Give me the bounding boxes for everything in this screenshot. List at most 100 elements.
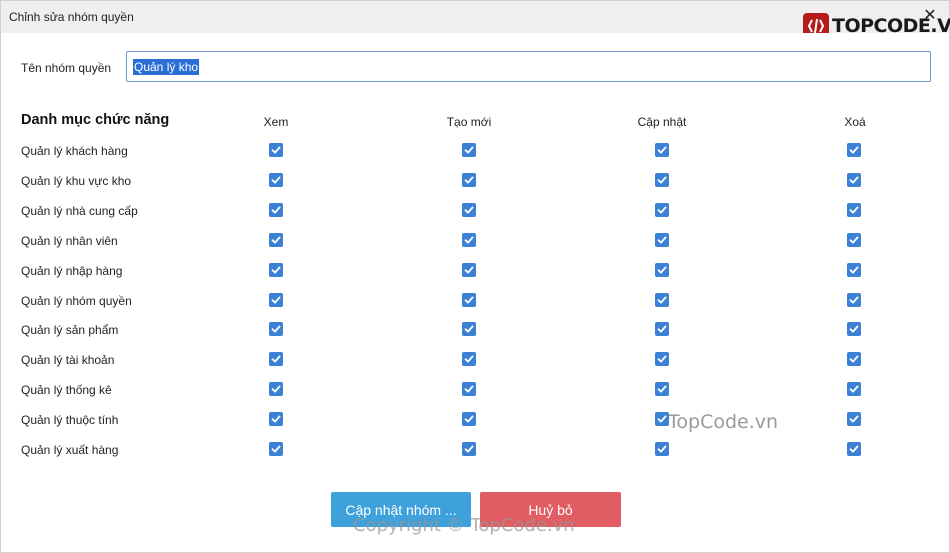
checkmark-icon [657, 385, 667, 393]
edit-permission-group-dialog: Chỉnh sửa nhóm quyền ✕ TOPCODE.VN Tên nh… [0, 0, 950, 553]
permission-row-label: Quản lý khách hàng [21, 144, 128, 158]
checkmark-icon [271, 146, 281, 154]
checkmark-icon [464, 236, 474, 244]
permission-checkbox[interactable] [462, 172, 476, 187]
permission-checkbox[interactable] [655, 442, 669, 456]
checkmark-icon [271, 236, 281, 244]
checkmark-icon [464, 146, 474, 154]
checkmark-icon [657, 445, 667, 453]
cancel-button[interactable]: Huỷ bỏ [480, 492, 621, 527]
permission-checkbox[interactable] [462, 412, 476, 427]
permission-checkbox[interactable] [847, 202, 861, 217]
permission-checkbox[interactable] [847, 262, 861, 277]
permission-checkbox[interactable] [269, 412, 283, 427]
permission-checkbox[interactable] [655, 143, 669, 157]
permission-checkbox[interactable] [462, 292, 476, 307]
permission-checkbox[interactable] [462, 202, 476, 217]
permission-checkbox[interactable] [269, 352, 283, 367]
checkmark-icon [464, 206, 474, 214]
checkmark-icon [271, 206, 281, 214]
permission-checkbox[interactable] [269, 143, 283, 157]
permission-row-label: Quản lý sản phẩm [21, 323, 119, 338]
permission-checkbox[interactable] [847, 172, 861, 187]
permission-checkbox[interactable] [847, 143, 861, 157]
update-group-button[interactable]: Cập nhật nhóm ... [331, 492, 471, 527]
permission-checkbox[interactable] [269, 202, 283, 217]
permission-checkbox[interactable] [655, 322, 669, 337]
permission-row-label: Quản lý nhân viên [21, 233, 118, 248]
checkmark-icon [657, 266, 667, 274]
checkmark-icon [464, 385, 474, 393]
checkmark-icon [849, 445, 859, 453]
column-header-2: Cập nhật [637, 115, 687, 129]
checkmark-icon [464, 325, 474, 333]
permission-checkbox[interactable] [655, 172, 669, 187]
permission-checkbox[interactable] [655, 352, 669, 367]
permission-checkbox[interactable] [462, 143, 476, 157]
permission-row-label: Quản lý khu vực kho [21, 173, 132, 188]
checkmark-icon [464, 445, 474, 453]
permission-checkbox[interactable] [847, 292, 861, 307]
permission-checkbox[interactable] [462, 232, 476, 247]
section-title: Danh mục chức năng [21, 112, 170, 128]
permission-row-label: Quản lý thuộc tính [21, 413, 119, 428]
dialog-content: Tên nhóm quyền Quản lý kho Danh mục chức… [1, 33, 949, 552]
checkmark-icon [849, 325, 859, 333]
checkmark-icon [657, 415, 667, 423]
checkmark-icon [271, 325, 281, 333]
permission-row-label: Quản lý xuất hàng [21, 443, 119, 457]
permission-row-label: Quản lý nhập hàng [21, 263, 123, 278]
checkmark-icon [657, 355, 667, 363]
permission-checkbox[interactable] [655, 292, 669, 307]
permission-checkbox[interactable] [847, 322, 861, 337]
permission-checkbox[interactable] [655, 262, 669, 277]
permission-checkbox[interactable] [462, 322, 476, 337]
permission-checkbox[interactable] [847, 442, 861, 456]
checkmark-icon [271, 415, 281, 423]
checkmark-icon [849, 385, 859, 393]
permission-checkbox[interactable] [269, 172, 283, 187]
checkmark-icon [657, 176, 667, 184]
checkmark-icon [849, 176, 859, 184]
permission-checkbox[interactable] [462, 352, 476, 367]
permission-checkbox[interactable] [655, 232, 669, 247]
permission-checkbox[interactable] [655, 202, 669, 217]
checkmark-icon [849, 266, 859, 274]
checkmark-icon [464, 176, 474, 184]
permission-checkbox[interactable] [269, 232, 283, 247]
checkmark-icon [464, 415, 474, 423]
permission-checkbox[interactable] [655, 412, 669, 427]
permission-checkbox[interactable] [847, 412, 861, 427]
permission-checkbox[interactable] [462, 262, 476, 277]
permission-checkbox[interactable] [847, 382, 861, 397]
checkmark-icon [271, 445, 281, 453]
permission-checkbox[interactable] [655, 382, 669, 397]
group-name-value: Quản lý kho [133, 58, 200, 75]
checkmark-icon [271, 266, 281, 274]
permission-checkbox[interactable] [847, 232, 861, 247]
checkmark-icon [657, 146, 667, 154]
permission-row-label: Quản lý nhóm quyền [21, 293, 132, 308]
permission-row-label: Quản lý tài khoản [21, 353, 115, 368]
checkmark-icon [657, 296, 667, 303]
permission-checkbox[interactable] [269, 382, 283, 397]
permission-checkbox[interactable] [269, 262, 283, 277]
checkmark-icon [271, 176, 281, 184]
checkmark-icon [271, 355, 281, 363]
checkmark-icon [464, 296, 474, 303]
checkmark-icon [849, 296, 859, 303]
permission-checkbox[interactable] [269, 442, 283, 456]
permission-checkbox[interactable] [462, 442, 476, 456]
column-header-0: Xem [263, 115, 289, 129]
checkmark-icon [849, 206, 859, 214]
group-name-input[interactable]: Quản lý kho [126, 51, 931, 82]
permission-checkbox[interactable] [269, 292, 283, 307]
checkmark-icon [849, 236, 859, 244]
permission-checkbox[interactable] [847, 352, 861, 367]
checkmark-icon [464, 266, 474, 274]
checkmark-icon [657, 206, 667, 214]
checkmark-icon [657, 325, 667, 333]
permission-checkbox[interactable] [269, 322, 283, 337]
permission-row-label: Quản lý nhà cung cấp [21, 203, 138, 218]
permission-checkbox[interactable] [462, 382, 476, 397]
